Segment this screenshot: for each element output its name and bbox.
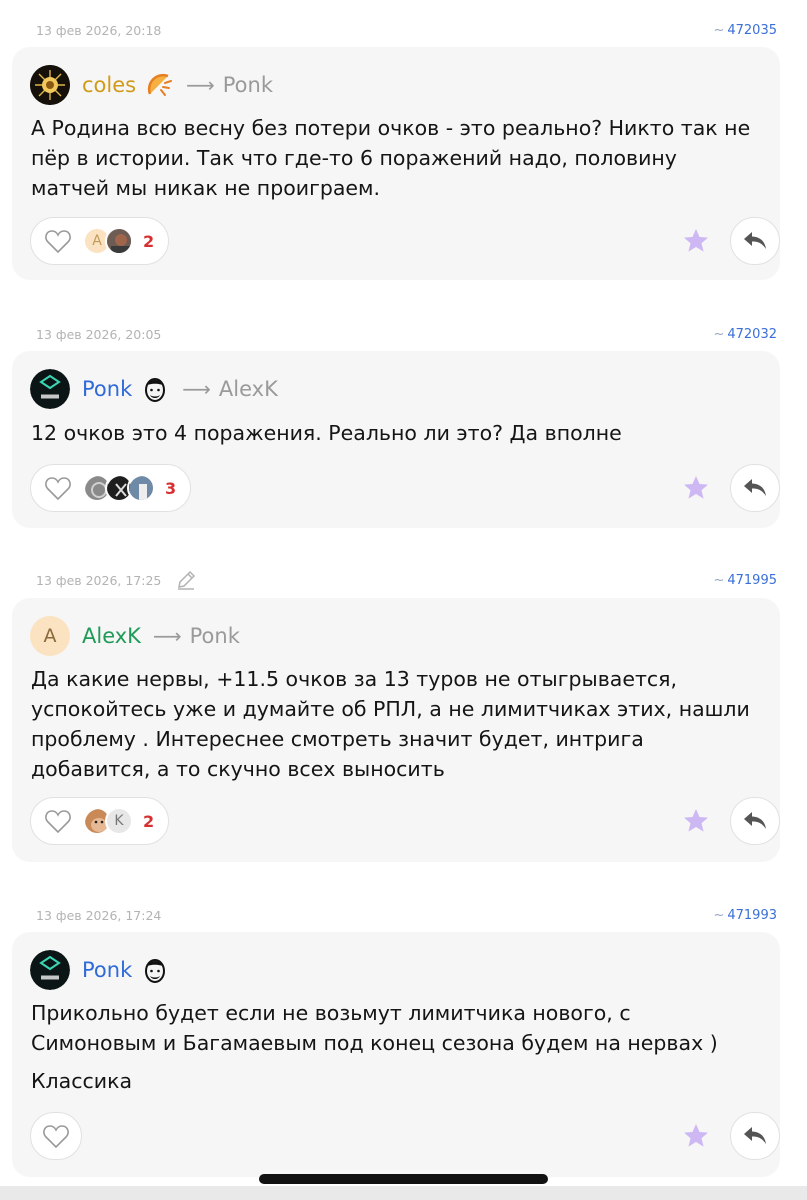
arrow-right: ⟶ xyxy=(182,377,211,401)
reply-to-name[interactable]: Ponk xyxy=(223,73,273,97)
heart-icon xyxy=(45,810,71,834)
heart-icon xyxy=(43,1125,69,1149)
arrow-right: ⟶ xyxy=(152,624,182,648)
like-button[interactable] xyxy=(30,1112,82,1160)
comment-ref-link[interactable]: ~471993 xyxy=(713,908,777,923)
liker-avatar[interactable] xyxy=(105,227,133,255)
reply-button[interactable] xyxy=(730,797,780,845)
comment-text: 12 очков это 4 поражения. Реально ли это… xyxy=(31,421,622,445)
comment-text: А Родина всю весну без потери очков - эт… xyxy=(31,116,751,200)
comment-header: Ponk ⟶ AlexK xyxy=(30,369,278,409)
star-icon[interactable] xyxy=(682,474,710,502)
like-button[interactable]: А 2 xyxy=(30,217,170,265)
reply-button[interactable] xyxy=(730,217,780,265)
like-count: 2 xyxy=(143,231,155,251)
reply-icon xyxy=(744,232,766,249)
comment-date: 13 фев 2026, 20:18 xyxy=(36,22,162,38)
comment-ref-link[interactable]: ~471995 xyxy=(713,573,777,588)
comment-header: A AlexK ⟶ Ponk xyxy=(30,616,240,656)
comment-text: Да какие нервы, +11.5 очков за 13 туров … xyxy=(31,667,750,781)
comment-card: A AlexK ⟶ Ponk Да какие нервы, +11.5 очк… xyxy=(12,598,780,862)
reply-button[interactable] xyxy=(730,464,780,512)
reply-icon xyxy=(744,812,766,829)
comment-card: Ponk ⟶ AlexK 12 очков это 4 поражения. Р… xyxy=(12,351,780,528)
author-name[interactable]: Ponk xyxy=(82,958,132,982)
arrow-right: ⟶ xyxy=(186,73,215,97)
comment-text: Прикольно будет если не возьмут лимитчик… xyxy=(31,1001,718,1093)
comment-date: 13 фев 2026, 17:24 xyxy=(36,907,162,923)
avatar[interactable]: A xyxy=(30,616,70,656)
home-indicator[interactable] xyxy=(259,1174,548,1184)
comment-header: Ponk xyxy=(30,950,170,990)
face-badge-icon xyxy=(145,959,166,983)
comment-meta: 13 фев 2026, 20:05 ~472032 xyxy=(36,324,777,344)
bottom-shade xyxy=(0,1186,807,1200)
star-icon[interactable] xyxy=(682,227,710,255)
like-count: 3 xyxy=(165,478,177,498)
comment-meta: 13 фев 2026, 20:18 ~472035 xyxy=(36,20,777,40)
comments-feed: 13 фев 2026, 20:18 ~472035 coles ⟶ Ponk … xyxy=(0,0,807,1200)
like-button[interactable]: K 2 xyxy=(30,797,170,845)
heart-icon xyxy=(45,477,71,501)
comment-card: Ponk Прикольно будет если не возьмут лим… xyxy=(12,932,780,1177)
avatar[interactable] xyxy=(30,65,70,105)
comment-meta: 13 фев 2026, 17:25 ~471995 xyxy=(36,570,777,590)
author-name[interactable]: Ponk xyxy=(82,377,132,401)
comment-header: coles ⟶ Ponk xyxy=(30,65,273,105)
pie-badge-icon xyxy=(147,73,173,96)
liker-avatar[interactable] xyxy=(127,474,155,502)
comment-date: 13 фев 2026, 20:05 xyxy=(36,326,162,342)
reply-icon xyxy=(744,1127,766,1144)
like-count: 2 xyxy=(143,811,155,831)
star-icon[interactable] xyxy=(682,807,710,835)
reply-icon xyxy=(744,479,766,496)
face-badge-icon xyxy=(145,378,166,402)
comment-ref-link[interactable]: ~472032 xyxy=(713,327,777,342)
like-button[interactable]: 3 xyxy=(30,464,192,512)
liker-avatar[interactable]: K xyxy=(105,807,133,835)
author-name[interactable]: coles xyxy=(82,73,136,97)
reply-to-name[interactable]: AlexK xyxy=(219,377,278,401)
heart-icon xyxy=(45,230,71,254)
comment-card: coles ⟶ Ponk А Родина всю весну без поте… xyxy=(12,47,780,280)
reply-button[interactable] xyxy=(730,1112,780,1160)
author-name[interactable]: AlexK xyxy=(82,624,141,648)
comment-ref-link[interactable]: ~472035 xyxy=(713,23,777,38)
avatar[interactable] xyxy=(30,950,70,990)
comment-meta: 13 фев 2026, 17:24 ~471993 xyxy=(36,905,777,925)
reply-to-name[interactable]: Ponk xyxy=(190,624,240,648)
avatar[interactable] xyxy=(30,369,70,409)
comment-date: 13 фев 2026, 17:25 xyxy=(36,569,197,591)
edit-pencil-icon xyxy=(178,570,196,590)
star-icon[interactable] xyxy=(682,1122,710,1150)
